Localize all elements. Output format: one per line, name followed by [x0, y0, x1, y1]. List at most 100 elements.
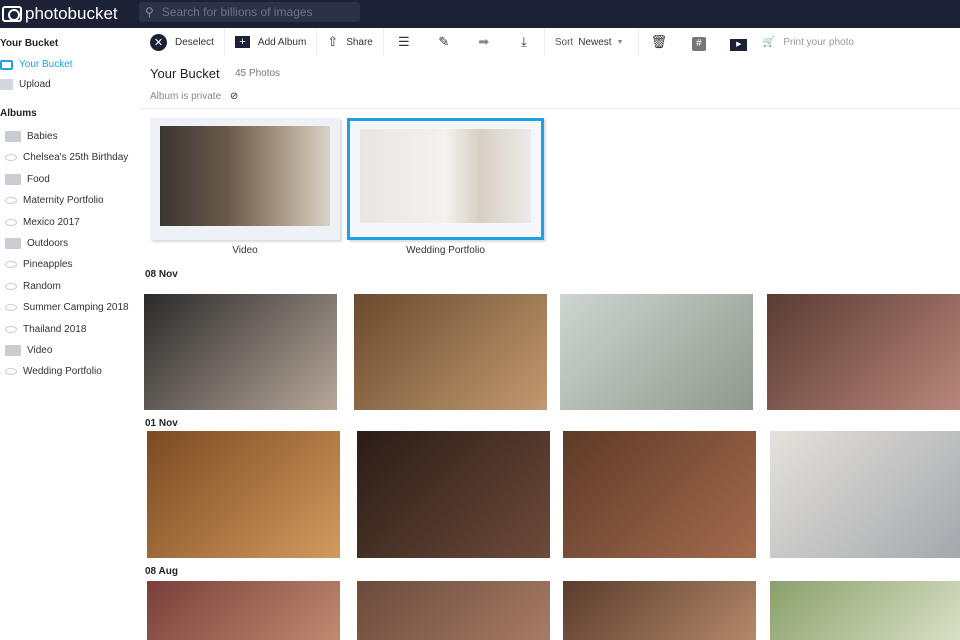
label: Upload	[19, 79, 51, 90]
photo-thumbnail[interactable]	[357, 431, 550, 558]
folder-icon	[5, 173, 21, 185]
sidebar-album-item[interactable]: Summer Camping 2018	[5, 302, 129, 313]
camera-icon	[2, 6, 22, 22]
label: Deselect	[175, 36, 214, 48]
folder-icon	[5, 345, 21, 356]
sidebar-album-item[interactable]: Pineapples	[5, 259, 72, 270]
privacy-status: Album is private ⊘	[150, 91, 238, 102]
toolbar: ✕ Deselect + Add Album ⇧ Share ☰ ✎ ➡ ⤓ Sort…	[140, 28, 960, 56]
photo-thumbnail[interactable]	[770, 581, 960, 640]
label: Print your photo	[783, 36, 854, 48]
albums-heading: Albums	[0, 108, 37, 119]
sidebar-album-item[interactable]: Random	[5, 281, 61, 292]
deselect-button[interactable]: ✕ Deselect	[140, 28, 225, 56]
download-icon[interactable]: ⤓	[504, 34, 544, 50]
album-card-wedding-portfolio[interactable]	[347, 118, 544, 240]
sidebar-album-item[interactable]: Video	[5, 345, 52, 356]
photo-thumbnail[interactable]	[767, 294, 960, 410]
album-label: Food	[27, 173, 50, 185]
album-label: Random	[23, 280, 61, 292]
search-placeholder: Search for billions of images	[161, 5, 313, 19]
photo-thumbnail[interactable]	[144, 294, 337, 410]
bucket-icon	[0, 59, 13, 70]
print-button[interactable]: 🛒 Print your photo	[759, 28, 864, 56]
logo[interactable]: photobucket	[2, 4, 118, 24]
photo-thumbnail[interactable]	[357, 581, 550, 640]
eye-icon	[5, 261, 17, 269]
album-label: Pineapples	[23, 259, 73, 271]
eye-icon	[5, 218, 17, 226]
sidebar-item-upload[interactable]: Upload	[0, 79, 51, 90]
album-card-video[interactable]	[150, 118, 340, 240]
top-bar: photobucket ⚲ Search for billions of imag…	[0, 0, 960, 28]
logo-text: photobucket	[25, 4, 118, 23]
sort-value: Newest	[578, 36, 612, 48]
album-label: Babies	[27, 131, 58, 142]
share-icon: ⇧	[327, 34, 339, 49]
divider	[140, 108, 960, 109]
folder-icon	[5, 238, 21, 249]
sidebar-album-item[interactable]: Maternity Portfolio	[5, 195, 104, 206]
album-label: Summer Camping 2018	[23, 302, 129, 314]
slideshow-icon[interactable]: ▶	[719, 34, 759, 51]
label: Album is private	[150, 91, 222, 102]
sidebar-heading: Your Bucket	[0, 38, 59, 49]
sidebar-item-your-bucket[interactable]: Your Bucket	[0, 59, 73, 70]
caret-icon: ▼	[616, 38, 624, 46]
album-label: Wedding Portfolio	[406, 245, 485, 256]
album-label: Chelsea's 25th Birthday	[23, 152, 129, 164]
page-title: Your Bucket	[150, 66, 220, 81]
album-label: Maternity Portfolio	[23, 195, 104, 207]
eye-icon	[5, 282, 17, 290]
album-label: Video	[27, 345, 53, 356]
photo-thumbnail[interactable]	[770, 431, 960, 558]
trash-icon[interactable]: 🗑	[639, 34, 679, 50]
album-label: Mexico 2017	[23, 216, 80, 228]
date-heading: 01 Nov	[145, 418, 178, 429]
pencil-icon[interactable]: ✎	[424, 34, 464, 50]
eye-off-icon[interactable]: ⊘	[230, 91, 238, 102]
cart-icon: 🛒	[762, 36, 776, 48]
photo-thumbnail[interactable]	[563, 431, 756, 558]
eye-icon	[5, 325, 17, 333]
photo-thumbnail[interactable]	[560, 294, 753, 410]
sidebar-album-item[interactable]: Outdoors	[5, 238, 68, 249]
sidebar-album-item[interactable]: Wedding Portfolio	[5, 366, 102, 377]
add-album-button[interactable]: + Add Album	[225, 28, 318, 56]
sidebar-album-item[interactable]: Thailand 2018	[5, 324, 86, 335]
sidebar-album-item[interactable]: Chelsea's 25th Birthday	[5, 152, 128, 163]
album-label: Thailand 2018	[23, 323, 87, 335]
date-heading: 08 Nov	[145, 269, 178, 280]
share-button[interactable]: ⇧ Share	[317, 28, 384, 56]
search-input[interactable]: ⚲ Search for billions of images	[139, 2, 360, 22]
sidebar-album-item[interactable]: Food	[5, 173, 50, 185]
album-thumbnail	[360, 129, 531, 223]
eye-icon	[5, 368, 17, 376]
sidebar-album-item[interactable]: Mexico 2017	[5, 217, 80, 228]
label: Your Bucket	[19, 59, 73, 70]
search-icon: ⚲	[145, 5, 154, 19]
album-label: Outdoors	[27, 238, 69, 249]
move-icon[interactable]: ➡	[464, 34, 504, 50]
sidebar-album-item[interactable]: Babies	[5, 131, 58, 142]
album-thumbnail	[160, 126, 330, 226]
eye-icon	[5, 304, 17, 312]
label: Add Album	[257, 36, 307, 48]
image-icon	[0, 79, 13, 90]
photo-count: 45 Photos	[235, 68, 281, 79]
label: Share	[346, 36, 373, 48]
album-label: Wedding Portfolio	[23, 366, 102, 378]
photo-thumbnail[interactable]	[563, 581, 756, 640]
label: Sort	[554, 36, 574, 48]
photo-thumbnail[interactable]	[147, 581, 340, 640]
sort-dropdown[interactable]: Sort Newest ▼	[543, 28, 639, 56]
eye-icon	[5, 154, 17, 162]
photo-thumbnail[interactable]	[147, 431, 340, 558]
close-icon: ✕	[150, 33, 167, 51]
photo-thumbnail[interactable]	[354, 294, 547, 410]
adjust-icon[interactable]: ☰	[384, 34, 424, 50]
eye-icon	[5, 197, 17, 205]
add-folder-icon: +	[234, 36, 250, 48]
date-heading: 08 Aug	[145, 566, 178, 577]
hashtag-icon[interactable]: #	[679, 34, 719, 51]
